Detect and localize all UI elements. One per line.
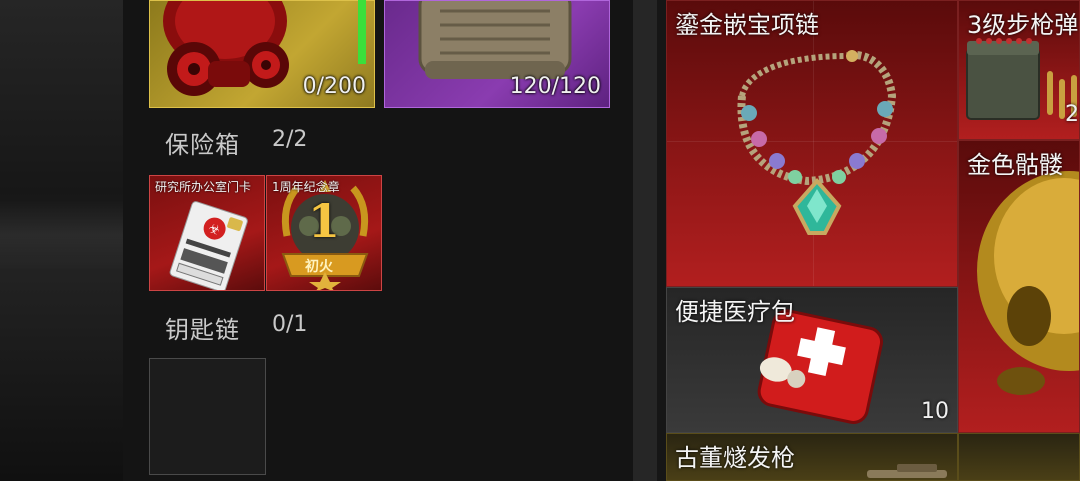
- backpack-slot[interactable]: 120/120: [384, 0, 610, 108]
- badge-number: 1: [308, 194, 341, 248]
- rifle-ammo-name: 3级步枪弹: [967, 11, 1079, 39]
- loot-slot-partial[interactable]: [958, 433, 1080, 481]
- golden-skull-slot[interactable]: 金色骷髅: [958, 140, 1080, 433]
- golden-skull-icon: [977, 171, 1079, 395]
- keychain-label: 钥匙链: [165, 316, 240, 344]
- badge-emblem-text: 初火: [305, 259, 333, 275]
- keychain-count: 0/1: [272, 312, 308, 337]
- rifle-ammo-count: 2: [1065, 102, 1079, 127]
- golden-skull-name: 金色骷髅: [967, 151, 1063, 179]
- antique-flintlock-slot[interactable]: 古董燧发枪: [666, 433, 958, 481]
- background-left: [0, 0, 123, 481]
- gilded-necklace-name: 鎏金嵌宝项链: [675, 11, 819, 39]
- safebox-label: 保险箱: [165, 131, 240, 159]
- safebox-count: 2/2: [272, 127, 308, 152]
- antique-flintlock-name: 古董燧发枪: [675, 444, 795, 472]
- gilded-necklace-slot[interactable]: 鎏金嵌宝项链: [666, 0, 958, 287]
- medkit-slot[interactable]: 便捷医疗包 10: [666, 287, 958, 433]
- gas-mask-slot[interactable]: 0/200: [149, 0, 375, 108]
- keycard-name: 研究所办公室门卡: [155, 180, 252, 194]
- anniversary-badge-slot[interactable]: 1 初火 1周年纪念章: [266, 175, 382, 291]
- gas-mask-count: 0/200: [302, 74, 366, 99]
- medkit-count: 10: [921, 399, 949, 424]
- rifle-ammo-slot[interactable]: 3级步枪弹 2: [958, 0, 1080, 140]
- backpack-count: 120/120: [509, 74, 601, 99]
- keychain-empty-slot[interactable]: [149, 358, 266, 475]
- necklace-icon: [737, 50, 897, 235]
- badge-name: 1周年纪念章: [272, 180, 340, 194]
- panel-divider: [633, 0, 657, 481]
- keycard-slot[interactable]: ☣ 研究所办公室门卡: [149, 175, 265, 291]
- durability-bar: [358, 0, 366, 64]
- medkit-name: 便捷医疗包: [675, 298, 795, 326]
